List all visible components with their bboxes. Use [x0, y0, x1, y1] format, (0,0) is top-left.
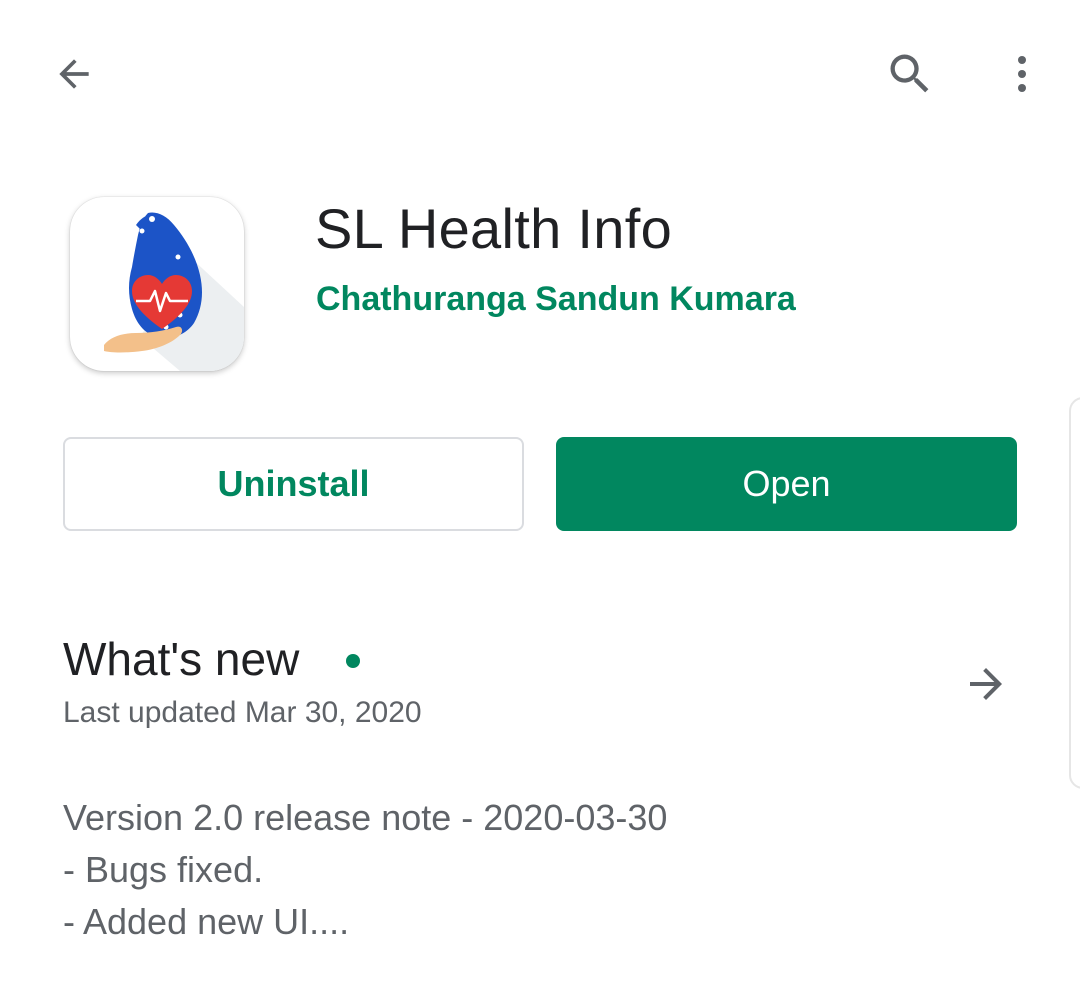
edge-panel-handle[interactable] — [1069, 397, 1080, 789]
new-indicator-dot — [346, 654, 360, 668]
search-icon — [890, 54, 929, 93]
open-button[interactable]: Open — [556, 437, 1017, 531]
last-updated-text: Last updated Mar 30, 2020 — [63, 696, 422, 729]
release-note-line: Version 2.0 release note - 2020-03-30 — [63, 797, 668, 838]
developer-link[interactable]: Chathuranga Sandun Kumara — [316, 280, 796, 319]
back-button[interactable] — [44, 44, 104, 104]
search-button[interactable] — [880, 44, 940, 104]
arrow-forward-icon — [970, 668, 1002, 700]
whats-new-title: What's new — [63, 633, 300, 685]
app-title: SL Health Info — [315, 197, 673, 260]
sl-health-info-app-icon — [70, 197, 244, 371]
release-note-line: - Bugs fixed. — [63, 849, 264, 890]
release-note-line: - Added new UI.... — [63, 901, 350, 942]
whats-new-arrow-button[interactable] — [958, 656, 1014, 712]
more-vert-icon — [1018, 56, 1026, 92]
arrow-back-icon — [59, 59, 89, 89]
more-options-button[interactable] — [992, 44, 1052, 104]
release-notes: Version 2.0 release note - 2020-03-30 - … — [63, 792, 667, 948]
uninstall-button[interactable]: Uninstall — [63, 437, 524, 531]
whats-new-header[interactable]: What's new Last updated Mar 30, 2020 — [63, 632, 1023, 742]
